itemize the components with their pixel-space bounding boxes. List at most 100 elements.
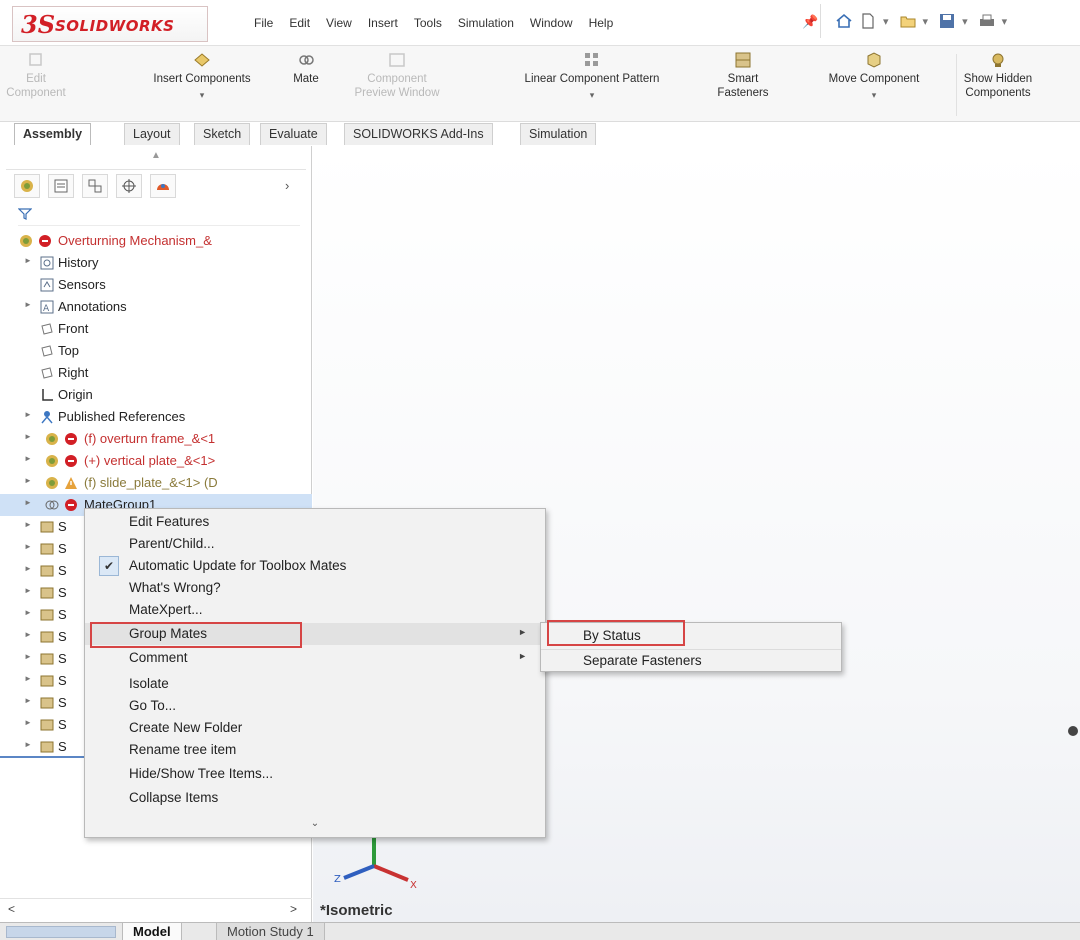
tab-assembly[interactable]: Assembly	[14, 123, 92, 145]
menu-item-isolate[interactable]: Isolate	[85, 673, 545, 695]
expand-chevron-icon[interactable]: ►	[24, 608, 32, 617]
expand-chevron-icon[interactable]: ►	[24, 564, 32, 573]
linear-pattern-dropdown-icon[interactable]: ▾	[486, 88, 698, 102]
panel-more-chevron-icon[interactable]: ›	[285, 178, 289, 193]
solidworks-logo[interactable]: 3S SOLIDWORKS	[12, 6, 208, 42]
save-icon[interactable]	[938, 12, 956, 30]
menu-window[interactable]: Window	[522, 14, 581, 32]
panel-horizontal-scrollbar[interactable]: < >	[0, 898, 312, 918]
tree-item-front-plane[interactable]: Front	[0, 318, 312, 340]
menu-item-rename-tree-item[interactable]: Rename tree item	[85, 739, 545, 761]
tree-item-sensors[interactable]: Sensors	[0, 274, 312, 296]
insert-components-dropdown-icon[interactable]: ▾	[124, 88, 280, 102]
error-icon	[38, 234, 52, 248]
configuration-manager-tab-icon[interactable]	[82, 174, 108, 198]
menu-help[interactable]: Help	[581, 14, 622, 32]
pin-menu-icon[interactable]: 📌	[802, 14, 818, 30]
expand-chevron-icon[interactable]: ►	[24, 652, 32, 661]
expand-chevron-icon[interactable]: ►	[24, 696, 32, 705]
dimxpert-tab-icon[interactable]	[116, 174, 142, 198]
panel-collapse-handle[interactable]: ▲	[6, 150, 306, 170]
menu-item-parent-child[interactable]: Parent/Child...	[85, 533, 545, 555]
display-manager-tab-icon[interactable]	[150, 174, 176, 198]
menu-item-matexpert[interactable]: MateXpert...	[85, 599, 545, 621]
expand-chevron-icon[interactable]: ►	[24, 740, 32, 749]
open-folder-icon[interactable]	[899, 12, 917, 30]
new-dropdown-icon[interactable]: ▾	[883, 15, 889, 28]
tree-item-annotations[interactable]: ► A Annotations	[0, 296, 312, 318]
menu-expand-chevron-icon[interactable]: ⌄	[85, 818, 545, 829]
property-manager-tab-icon[interactable]	[48, 174, 74, 198]
expand-chevron-icon[interactable]: ►	[24, 542, 32, 551]
part-icon	[44, 476, 60, 490]
scroll-right-icon[interactable]: >	[290, 902, 297, 916]
component-preview-button[interactable]: Component Preview Window	[342, 50, 452, 100]
edit-component-button[interactable]: Edit Component	[6, 50, 66, 100]
menu-item-collapse-items[interactable]: Collapse Items	[85, 787, 545, 809]
tree-item-vertical-plate[interactable]: ► (+) vertical plate_&<1>	[0, 450, 312, 472]
insert-components-button[interactable]: Insert Components ▾	[124, 50, 280, 102]
menu-item-auto-update-toolbox-mates[interactable]: ✔ Automatic Update for Toolbox Mates	[85, 555, 545, 577]
menu-item-comment[interactable]: Comment ►	[85, 647, 545, 669]
tab-evaluate[interactable]: Evaluate	[260, 123, 327, 145]
expand-chevron-icon[interactable]: ►	[24, 476, 32, 485]
smart-fastener-icon	[40, 564, 54, 578]
tab-layout[interactable]: Layout	[124, 123, 180, 145]
tab-motion-study[interactable]: Motion Study 1	[216, 923, 325, 940]
tree-item-history[interactable]: ► History	[0, 252, 312, 274]
menu-item-whats-wrong[interactable]: What's Wrong?	[85, 577, 545, 599]
smart-fasteners-button[interactable]: Smart Fasteners	[712, 50, 774, 100]
tree-item-origin[interactable]: Origin	[0, 384, 312, 406]
expand-chevron-icon[interactable]: ►	[24, 674, 32, 683]
show-hidden-components-button[interactable]: Show Hidden Components	[958, 50, 1038, 100]
home-icon[interactable]	[835, 12, 853, 30]
expand-chevron-icon[interactable]: ►	[24, 520, 32, 529]
menu-file[interactable]: File	[246, 14, 281, 32]
tree-item-top-plane[interactable]: Top	[0, 340, 312, 362]
tree-item-published-references[interactable]: ► Published References	[0, 406, 312, 428]
tree-item-right-plane[interactable]: Right	[0, 362, 312, 384]
linear-component-pattern-button[interactable]: Linear Component Pattern ▾	[486, 50, 698, 102]
tab-sketch[interactable]: Sketch	[194, 123, 251, 145]
menu-view[interactable]: View	[318, 14, 360, 32]
expand-chevron-icon[interactable]: ►	[24, 586, 32, 595]
open-dropdown-icon[interactable]: ▾	[923, 15, 929, 28]
submenu-item-separate-fasteners[interactable]: Separate Fasteners	[541, 649, 841, 671]
expand-chevron-icon[interactable]: ►	[24, 256, 32, 265]
tab-navigation-arrows[interactable]	[6, 926, 116, 938]
expand-chevron-icon[interactable]: ►	[24, 432, 32, 441]
tree-item-slide-plate[interactable]: ► (f) slide_plate_&<1> (D	[0, 472, 312, 494]
new-document-icon[interactable]	[859, 12, 877, 30]
scroll-left-icon[interactable]: <	[8, 902, 15, 916]
mate-button[interactable]: Mate	[286, 50, 326, 86]
save-dropdown-icon[interactable]: ▾	[962, 15, 968, 28]
smart-fastener-icon	[40, 652, 54, 666]
expand-chevron-icon[interactable]: ►	[24, 454, 32, 463]
expand-chevron-icon[interactable]: ►	[24, 300, 32, 309]
smart-fastener-icon	[40, 520, 54, 534]
tab-model[interactable]: Model	[122, 923, 182, 940]
tree-root-assembly[interactable]: Overturning Mechanism_&	[0, 230, 312, 252]
expand-chevron-icon[interactable]: ►	[24, 498, 32, 507]
menu-item-create-new-folder[interactable]: Create New Folder	[85, 717, 545, 739]
menu-item-go-to[interactable]: Go To...	[85, 695, 545, 717]
move-component-button[interactable]: Move Component ▾	[796, 50, 952, 102]
feature-manager-tab-icon[interactable]	[14, 174, 40, 198]
tree-filter[interactable]	[18, 202, 300, 226]
menu-edit[interactable]: Edit	[281, 14, 318, 32]
menu-item-hide-show-tree-items[interactable]: Hide/Show Tree Items...	[85, 763, 545, 785]
expand-chevron-icon[interactable]: ►	[24, 718, 32, 727]
menu-insert[interactable]: Insert	[360, 14, 406, 32]
move-component-dropdown-icon[interactable]: ▾	[796, 88, 952, 102]
print-dropdown-icon[interactable]: ▾	[1002, 15, 1008, 28]
tab-simulation[interactable]: Simulation	[520, 123, 597, 145]
expand-chevron-icon[interactable]: ►	[24, 630, 32, 639]
tab-addins[interactable]: SOLIDWORKS Add-Ins	[344, 123, 493, 145]
menu-item-edit-features[interactable]: Edit Features	[85, 511, 545, 533]
print-icon[interactable]	[978, 12, 996, 30]
tree-item-label: S	[58, 651, 67, 666]
expand-chevron-icon[interactable]: ►	[24, 410, 32, 419]
tree-item-overturn-frame[interactable]: ► (f) overturn frame_&<1	[0, 428, 312, 450]
menu-simulation[interactable]: Simulation	[450, 14, 522, 32]
menu-tools[interactable]: Tools	[406, 14, 450, 32]
